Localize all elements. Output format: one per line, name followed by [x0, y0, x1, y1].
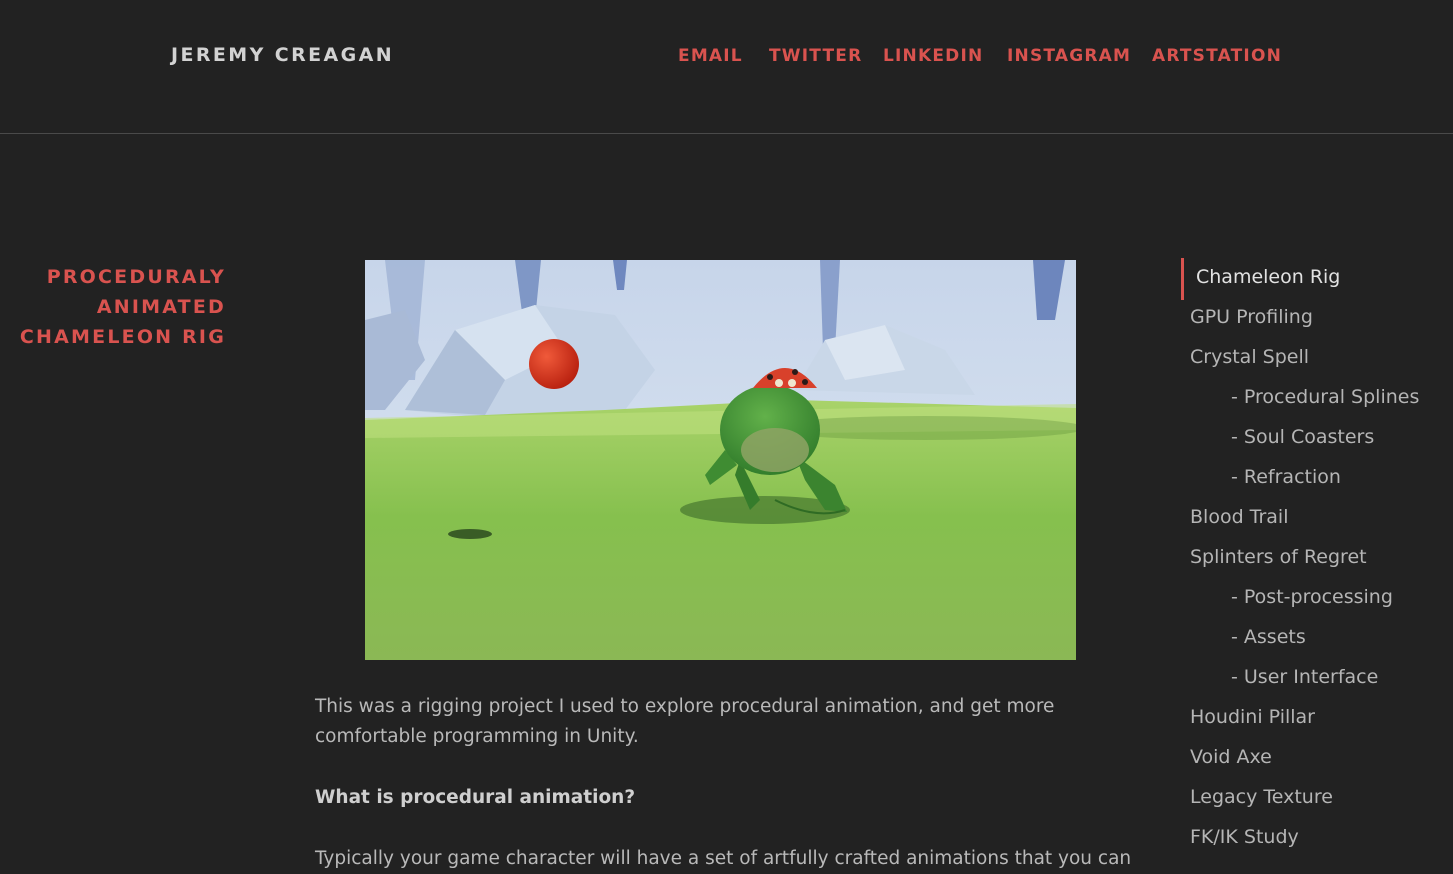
- site-title[interactable]: JEREMY CREAGAN: [171, 44, 394, 66]
- page-heading: PROCEDURALY ANIMATED CHAMELEON RIG: [0, 262, 226, 352]
- nav-instagram[interactable]: INSTAGRAM: [1007, 46, 1131, 66]
- hero-image: [365, 260, 1076, 660]
- nav-linkedin[interactable]: LINKEDIN: [883, 46, 983, 66]
- toc-item[interactable]: Blood Trail: [1190, 506, 1289, 528]
- intro-paragraph: This was a rigging project I used to exp…: [315, 696, 1055, 747]
- site-header: JEREMY CREAGAN EMAIL TWITTER LINKEDIN IN…: [0, 0, 1453, 134]
- toc-subitem[interactable]: - User Interface: [1231, 666, 1378, 688]
- toc-subitem[interactable]: - Assets: [1231, 626, 1306, 648]
- toc-item[interactable]: FK/IK Study: [1190, 826, 1299, 848]
- nav-artstation[interactable]: ARTSTATION: [1152, 46, 1282, 66]
- toc-item[interactable]: Crystal Spell: [1190, 346, 1309, 368]
- nav-twitter[interactable]: TWITTER: [769, 46, 862, 66]
- body-paragraph: Typically your game character will have …: [315, 848, 1132, 869]
- toc-subitem[interactable]: - Soul Coasters: [1231, 426, 1374, 448]
- page-heading-line: ANIMATED: [96, 296, 226, 318]
- toc-item[interactable]: Chameleon Rig: [1196, 266, 1340, 288]
- toc-subitem[interactable]: - Procedural Splines: [1231, 386, 1419, 408]
- toc-subitem[interactable]: - Post-processing: [1231, 586, 1393, 608]
- page-heading-line: PROCEDURALY: [46, 266, 226, 288]
- nav-email[interactable]: EMAIL: [678, 46, 743, 66]
- toc-active-indicator: [1181, 258, 1184, 300]
- toc-item[interactable]: GPU Profiling: [1190, 306, 1313, 328]
- toc-item[interactable]: Splinters of Regret: [1190, 546, 1367, 568]
- chameleon-scene: [365, 260, 1076, 660]
- toc-item[interactable]: Legacy Texture: [1190, 786, 1333, 808]
- toc-item[interactable]: Void Axe: [1190, 746, 1272, 768]
- page-heading-line: CHAMELEON RIG: [19, 326, 226, 348]
- section-question: What is procedural animation?: [315, 787, 636, 808]
- toc-item[interactable]: Houdini Pillar: [1190, 706, 1315, 728]
- toc-subitem[interactable]: - Refraction: [1231, 466, 1341, 488]
